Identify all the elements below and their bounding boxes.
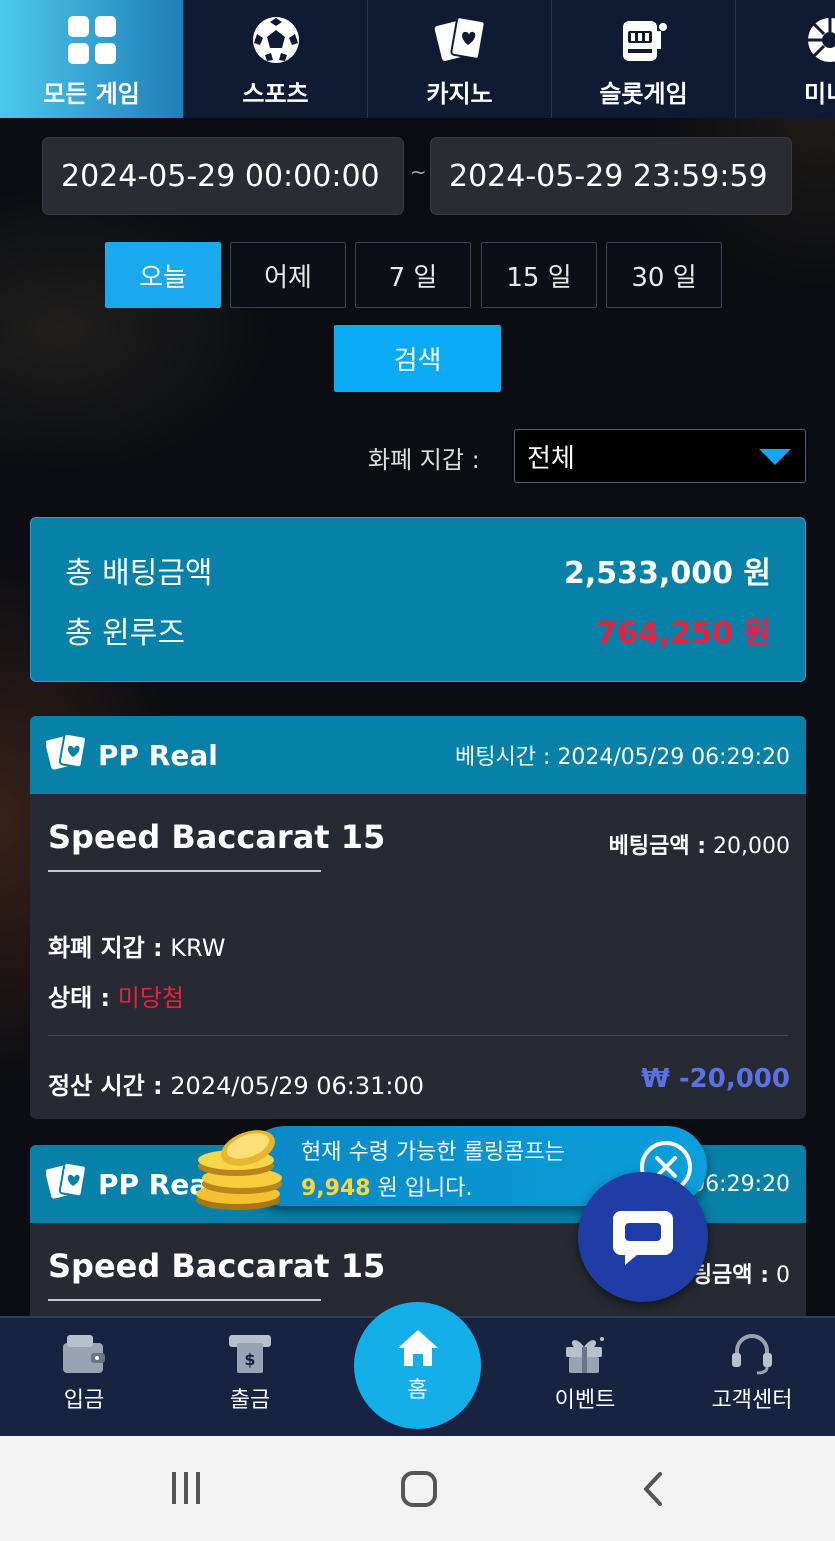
status-label: 상태 : [48, 984, 111, 1012]
slot-machine-icon [618, 14, 670, 66]
settle-time-value: 2024/05/29 06:31:00 [170, 1072, 425, 1100]
chat-bubble-icon [613, 1211, 673, 1265]
start-date-input[interactable]: 2024-05-29 00:00:00 [42, 137, 404, 215]
chat-button[interactable] [578, 1172, 708, 1302]
nav-deposit[interactable]: 입금 [24, 1330, 144, 1414]
bet-amount-value: 0 [776, 1263, 790, 1288]
period-7days-button[interactable]: 7 일 [355, 242, 471, 308]
wallet-select[interactable]: 전체 [514, 429, 806, 483]
nav-home[interactable]: 홈 [354, 1302, 481, 1429]
nav-events[interactable]: 이벤트 [525, 1330, 645, 1414]
wallet-info: 화폐 지갑 : KRW [48, 928, 225, 963]
nav-label: 고객센터 [711, 1388, 793, 1413]
bet-card-header: PP Real 베팅시간 : 2024/05/29 06:29:20 [30, 716, 806, 794]
total-winloss-label: 총 윈루즈 [65, 616, 185, 651]
settle-info: 정산 시간 : 2024/05/29 06:31:00 [48, 1066, 424, 1101]
mini-game-icon [804, 14, 835, 66]
toast-amount-line: 9,948 원 입니다. [301, 1170, 473, 1202]
top-nav: 모든 게임 스포츠 카지노 슬롯게임 미니 [0, 0, 835, 118]
status-info: 상태 : 미당첨 [48, 978, 184, 1013]
tab-label: 슬롯게임 [599, 80, 688, 108]
total-winloss-value: 764,250 원 [596, 616, 771, 651]
end-date-input[interactable]: 2024-05-29 23:59:59 [430, 137, 792, 215]
tab-mini-games[interactable]: 미니 [736, 0, 835, 118]
system-nav-bar [0, 1436, 835, 1541]
divider [48, 1035, 788, 1036]
bet-time-value: 06:29:20 [691, 1171, 790, 1197]
settle-time-label: 정산 시간 : [48, 1072, 163, 1100]
period-15days-button[interactable]: 15 일 [481, 242, 597, 308]
toast-suffix: 원 입니다. [370, 1176, 473, 1201]
period-yesterday-button[interactable]: 어제 [230, 242, 346, 308]
home-system-icon[interactable] [400, 1470, 438, 1512]
tab-label: 카지노 [426, 80, 493, 108]
date-separator: ~ [410, 160, 427, 184]
search-button[interactable]: 검색 [334, 325, 501, 392]
wallet-select-value: 전체 [527, 443, 575, 474]
game-name: Speed Baccarat 15 [48, 818, 386, 856]
status-value: 미당첨 [117, 984, 185, 1012]
recent-apps-icon[interactable] [168, 1470, 204, 1510]
soccer-ball-icon [250, 14, 302, 66]
divider [48, 870, 321, 872]
wallet-label: 화폐 지갑 : [48, 934, 163, 962]
cards-icon [45, 1161, 88, 1208]
bet-amount-label: 팅금액 : [691, 1263, 769, 1288]
toast-amount: 9,948 [301, 1176, 371, 1201]
tab-slot-games[interactable]: 슬롯게임 [552, 0, 736, 118]
nav-withdraw[interactable]: $ 출금 [190, 1330, 310, 1414]
wallet-icon [61, 1330, 107, 1376]
bet-amount-value: 20,000 [713, 834, 790, 859]
tab-all-games[interactable]: 모든 게임 [0, 0, 184, 118]
coins-icon [190, 1118, 300, 1214]
bet-time-label: 베팅시간 : [455, 745, 551, 770]
period-30days-button[interactable]: 30 일 [606, 242, 722, 308]
cash-withdraw-icon: $ [227, 1330, 273, 1376]
settle-amount: ₩ -20,000 [641, 1064, 790, 1094]
period-today-button[interactable]: 오늘 [105, 242, 221, 308]
bet-amount: 베팅금액 : 20,000 [609, 828, 790, 860]
wallet-value: KRW [170, 934, 226, 962]
wallet-filter-label: 화폐 지갑 : [368, 446, 480, 474]
nav-label: 입금 [63, 1388, 105, 1413]
grid-icon [66, 14, 118, 66]
headset-icon [729, 1330, 775, 1376]
total-bet-value: 2,533,000 원 [564, 556, 771, 591]
nav-customer-center[interactable]: 고객센터 [692, 1330, 812, 1414]
bet-amount-label: 베팅금액 : [608, 834, 707, 859]
tab-label: 모든 게임 [43, 80, 140, 108]
nav-label: 홈 [407, 1377, 428, 1403]
nav-label: 이벤트 [554, 1388, 616, 1413]
bet-amount: 팅금액 : 0 [692, 1257, 790, 1289]
provider-name: PP Real [98, 738, 218, 772]
nav-label: 출금 [229, 1388, 271, 1413]
cards-icon [434, 14, 486, 66]
total-bet-label: 총 배팅금액 [65, 556, 213, 591]
game-name: Speed Baccarat 15 [48, 1247, 386, 1285]
caret-down-icon [759, 449, 791, 465]
tab-casino[interactable]: 카지노 [368, 0, 552, 118]
summary-panel: 총 배팅금액 2,533,000 원 총 윈루즈 764,250 원 [30, 517, 806, 682]
bet-card: PP Real 베팅시간 : 2024/05/29 06:29:20 Speed… [30, 716, 806, 1119]
tab-label: 미니 [804, 80, 835, 108]
back-icon[interactable] [640, 1470, 668, 1512]
bet-time-value: 2024/05/29 06:29:20 [557, 745, 790, 770]
svg-text:$: $ [244, 1350, 255, 1369]
gift-icon [562, 1330, 608, 1376]
tab-label: 스포츠 [242, 80, 309, 108]
toast-text: 현재 수령 가능한 롤링콤프는 [301, 1140, 565, 1165]
bet-time: 베팅시간 : 2024/05/29 06:29:20 [455, 739, 790, 771]
divider [48, 1299, 321, 1301]
home-icon [397, 1329, 438, 1366]
cards-icon [45, 732, 88, 779]
tab-sports[interactable]: 스포츠 [184, 0, 368, 118]
